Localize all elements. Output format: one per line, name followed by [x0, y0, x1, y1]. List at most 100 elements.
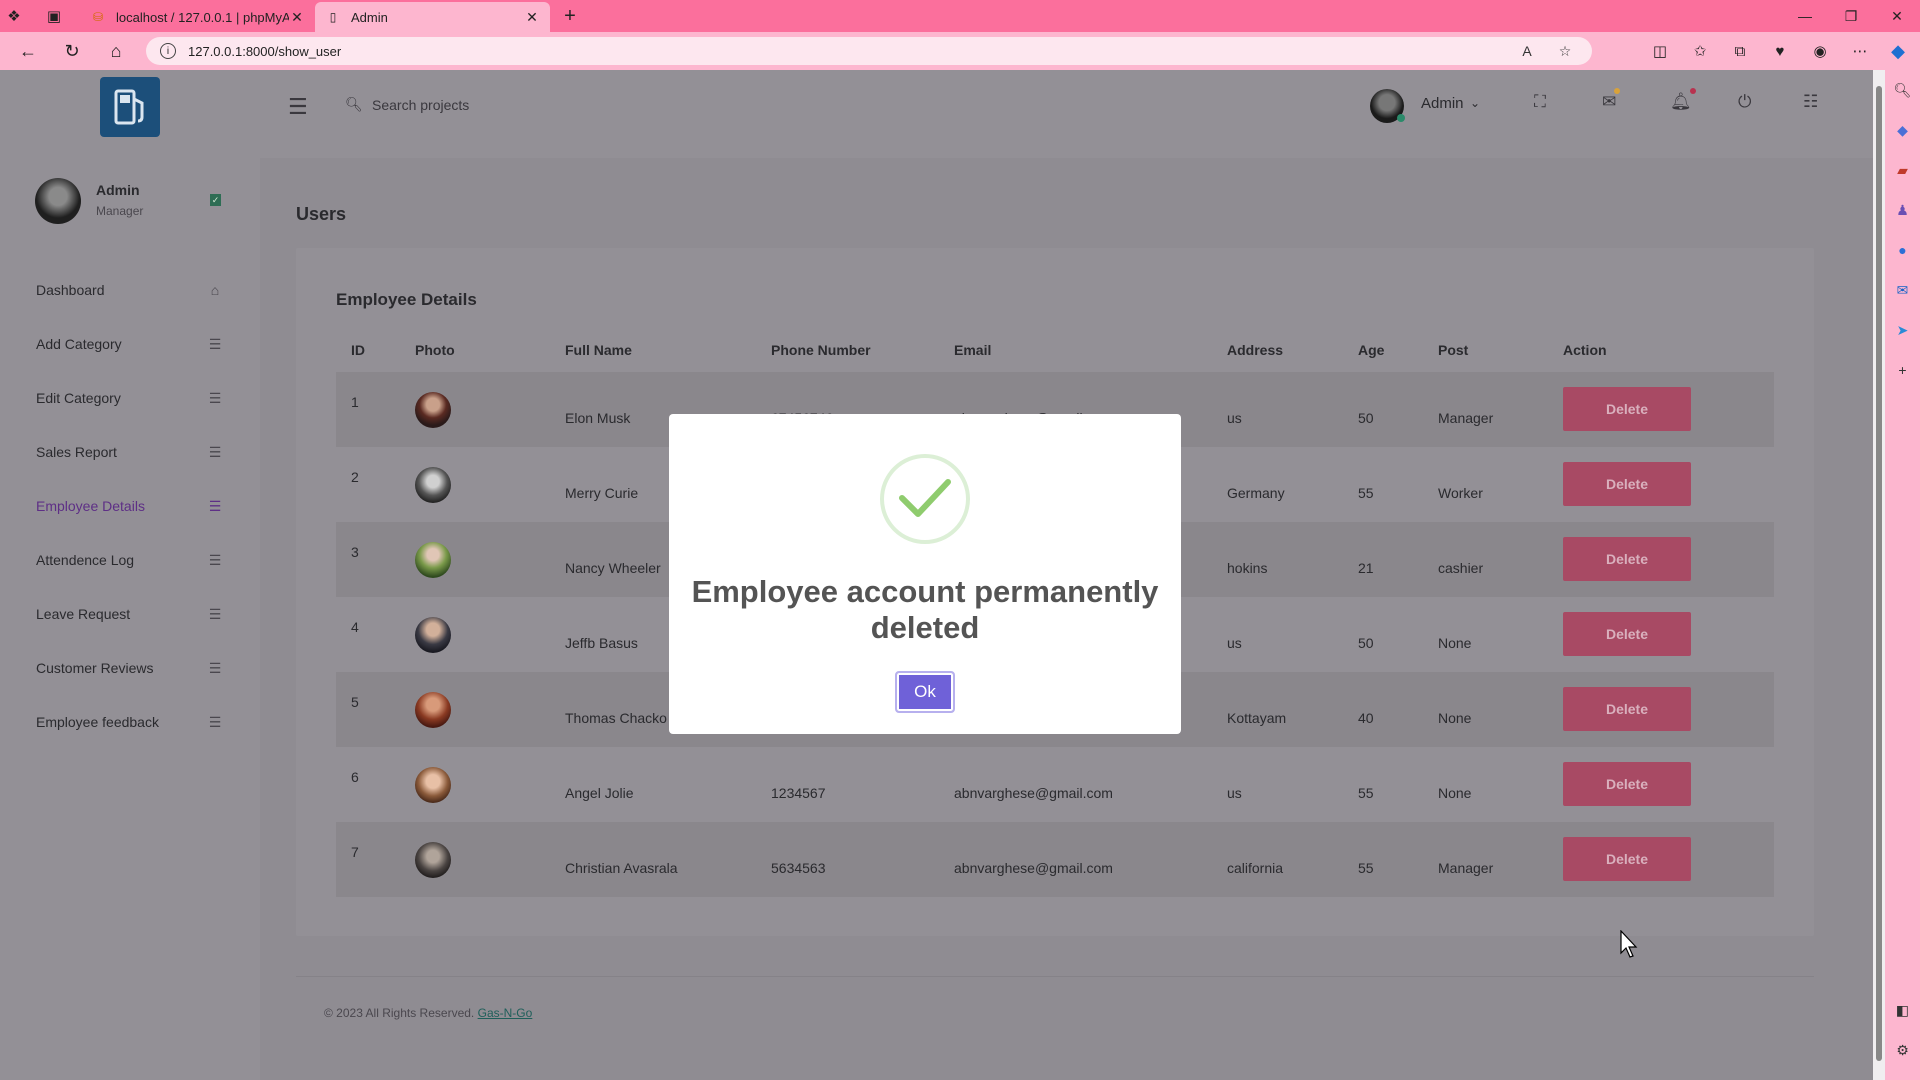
search-input[interactable]	[372, 90, 672, 120]
list-icon: ☰	[208, 335, 222, 352]
copilot-icon[interactable]: ◆	[1876, 32, 1920, 70]
sidebar-item-customer-reviews[interactable]: Customer Reviews ☰	[0, 648, 260, 688]
tab-admin[interactable]: ▯ Admin ✕	[315, 2, 550, 32]
delete-button[interactable]: Delete	[1563, 687, 1691, 731]
tools-icon[interactable]: ▰	[1885, 150, 1920, 190]
sidebar-item-employee-feedback[interactable]: Employee feedback ☰	[0, 702, 260, 742]
delete-button[interactable]: Delete	[1563, 537, 1691, 581]
add-icon[interactable]: +	[1885, 350, 1920, 390]
new-tab-icon[interactable]: +	[554, 0, 586, 32]
bell-icon[interactable]: 🔔︎	[1670, 88, 1696, 112]
split-screen-icon[interactable]: ◫	[1640, 37, 1680, 65]
verified-check-icon: ✓	[210, 194, 221, 206]
menu-toggle-icon[interactable]: ☰	[288, 94, 308, 120]
phpmyadmin-favicon-icon: ⛁	[92, 10, 104, 24]
sidebar-item-add-category[interactable]: Add Category ☰	[0, 324, 260, 364]
minimize-icon[interactable]: —	[1782, 0, 1828, 32]
list-icon: ☰	[208, 551, 222, 568]
site-info-icon[interactable]: i	[160, 43, 176, 59]
workspaces-icon[interactable]: ❖	[0, 0, 28, 32]
favorites-icon[interactable]: ✩	[1680, 37, 1720, 65]
cell-full-name: Elon Musk	[565, 410, 631, 426]
shopping-icon[interactable]: ◆	[1885, 110, 1920, 150]
cell-id: 6	[351, 769, 359, 785]
footer-link[interactable]: Gas-N-Go	[478, 1006, 533, 1020]
office-icon[interactable]: ●	[1885, 230, 1920, 270]
gas-pump-logo-icon[interactable]	[100, 77, 160, 137]
close-tab-icon[interactable]: ✕	[289, 9, 305, 26]
profile-avatar	[35, 178, 81, 224]
close-tab-icon[interactable]: ✕	[524, 9, 540, 26]
delete-button[interactable]: Delete	[1563, 762, 1691, 806]
cell-full-name: Thomas Chacko	[565, 710, 667, 726]
user-avatar[interactable]	[1370, 89, 1405, 123]
cell-id: 1	[351, 394, 359, 410]
scrollbar-thumb[interactable]	[1876, 86, 1882, 1061]
ok-button[interactable]: Ok	[895, 671, 955, 713]
tab-phpmyadmin[interactable]: ⛁ localhost / 127.0.0.1 | phpMyAdmin ✕	[80, 2, 315, 32]
send-icon[interactable]: ➤	[1885, 310, 1920, 350]
fullscreen-icon[interactable]: ⛶	[1534, 92, 1546, 112]
footer: © 2023 All Rights Reserved. Gas-N-Go	[324, 1006, 532, 1020]
close-window-icon[interactable]: ✕	[1874, 0, 1920, 32]
employee-photo	[415, 842, 451, 878]
delete-button[interactable]: Delete	[1563, 612, 1691, 656]
url-text: 127.0.0.1:8000/show_user	[188, 43, 342, 59]
cell-address: california	[1227, 860, 1284, 876]
employee-photo	[415, 542, 451, 578]
cell-email: abnvarghese@gmail.com	[954, 785, 1113, 801]
profile-icon[interactable]: ◉	[1800, 37, 1840, 65]
chevron-down-icon[interactable]: ⌄	[1470, 96, 1480, 110]
table-row: 6 Angel Jolie 1234567 abnvarghese@gmail.…	[336, 747, 1774, 822]
cell-address: us	[1227, 410, 1242, 426]
sidebar-toggle-icon[interactable]: ◧	[1885, 990, 1920, 1030]
list-icon: ☰	[208, 389, 222, 406]
card-title: Employee Details	[336, 290, 477, 309]
cell-full-name: Jeffb Basus	[565, 635, 638, 651]
settings-list-icon[interactable]: ☷	[1803, 92, 1818, 112]
cell-id: 2	[351, 469, 359, 485]
employee-photo	[415, 692, 451, 728]
window-controls: — ❐ ✕	[1782, 0, 1920, 32]
sidebar-item-dashboard[interactable]: Dashboard ⌂	[0, 270, 260, 310]
power-icon[interactable]: ⏻	[1738, 92, 1751, 112]
cell-full-name: Nancy Wheeler	[565, 560, 661, 576]
sidebar-item-attendence-log[interactable]: Attendence Log ☰	[0, 540, 260, 580]
favorite-star-icon[interactable]: ☆	[1550, 37, 1580, 65]
delete-button[interactable]: Delete	[1563, 837, 1691, 881]
col-header-id: ID	[351, 342, 365, 358]
back-icon[interactable]: ←	[6, 32, 50, 70]
cell-age: 50	[1358, 635, 1374, 651]
cell-address: us	[1227, 635, 1242, 651]
header-user-name[interactable]: Admin	[1421, 95, 1464, 112]
refresh-icon[interactable]: ↻	[50, 32, 94, 70]
tab-actions-icon[interactable]: ▣	[40, 0, 68, 32]
collections-icon[interactable]: ⧉	[1720, 37, 1760, 65]
sidebar: Admin Manager ✓ Dashboard ⌂ Add Category…	[0, 158, 260, 1080]
page-scrollbar[interactable]	[1873, 70, 1885, 1080]
browser-essentials-icon[interactable]: ♥	[1760, 37, 1800, 65]
games-icon[interactable]: ♟	[1885, 190, 1920, 230]
sidebar-item-employee-details[interactable]: Employee Details ☰	[0, 486, 260, 526]
cell-id: 3	[351, 544, 359, 560]
delete-button[interactable]: Delete	[1563, 387, 1691, 431]
sidebar-item-sales-report[interactable]: Sales Report ☰	[0, 432, 260, 472]
delete-button[interactable]: Delete	[1563, 462, 1691, 506]
settings-icon[interactable]: ⚙	[1885, 1030, 1920, 1070]
employee-photo	[415, 392, 451, 428]
restore-icon[interactable]: ❐	[1828, 0, 1874, 32]
search-icon[interactable]: 🔍︎	[1885, 70, 1920, 110]
cell-age: 55	[1358, 785, 1374, 801]
read-aloud-icon[interactable]: A	[1512, 37, 1542, 65]
list-icon: ☰	[208, 497, 222, 514]
url-field[interactable]: i 127.0.0.1:8000/show_user A ☆	[146, 37, 1592, 65]
mail-icon[interactable]: ✉	[1602, 88, 1621, 112]
list-icon: ☰	[208, 605, 222, 622]
outlook-icon[interactable]: ✉	[1885, 270, 1920, 310]
cell-post: cashier	[1438, 560, 1484, 576]
sidebar-item-leave-request[interactable]: Leave Request ☰	[0, 594, 260, 634]
home-icon[interactable]: ⌂	[94, 32, 138, 70]
cell-post: None	[1438, 785, 1472, 801]
more-options-icon[interactable]: ⋯	[1840, 37, 1880, 65]
sidebar-item-edit-category[interactable]: Edit Category ☰	[0, 378, 260, 418]
